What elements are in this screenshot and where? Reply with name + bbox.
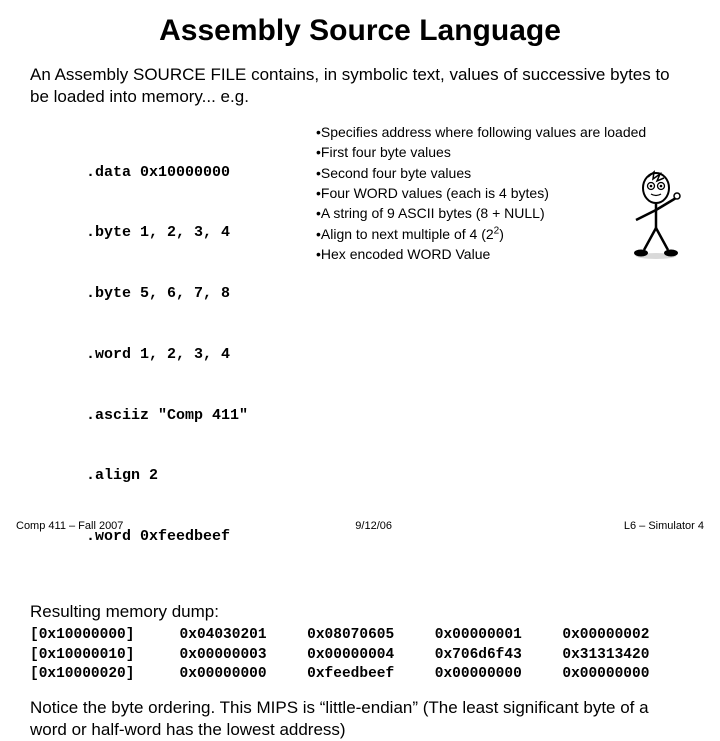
code-and-notes: .data 0x10000000 .byte 1, 2, 3, 4 .byte … [86,122,690,588]
result-heading: Resulting memory dump: [30,602,690,622]
code-line: .data 0x10000000 [86,163,316,183]
dump-cell: 0x04030201 [180,626,308,646]
dump-cell: 0x00000003 [180,646,308,666]
note-line: •First four byte values [316,142,646,162]
code-line: .asciiz "Comp 411" [86,406,316,426]
dump-cell: 0xfeedbeef [307,665,435,685]
note-line: •A string of 9 ASCII bytes (8 + NULL) [316,203,646,223]
source-code: .data 0x10000000 .byte 1, 2, 3, 4 .byte … [86,122,316,588]
mascot-icon [626,170,686,260]
code-line: .align 2 [86,466,316,486]
closing-text: Notice the byte ordering. This MIPS is “… [30,697,690,741]
dump-cell: 0x00000000 [180,665,308,685]
intro-text: An Assembly SOURCE FILE contains, in sym… [30,64,690,108]
note-line: •Four WORD values (each is 4 bytes) [316,183,646,203]
footer-center: 9/12/06 [355,520,392,532]
dump-cell: 0x00000002 [562,626,690,646]
dump-cell: 0x706d6f43 [435,646,563,666]
dump-addr: [0x10000010] [30,646,180,666]
memory-dump: [0x10000000] 0x04030201 0x08070605 0x000… [30,626,690,685]
dump-cell: 0x31313420 [562,646,690,666]
note-line: •Hex encoded WORD Value [316,244,646,264]
dump-cell: 0x00000001 [435,626,563,646]
code-line: .byte 5, 6, 7, 8 [86,284,316,304]
dump-row: [0x10000010] 0x00000003 0x00000004 0x706… [30,646,690,666]
dump-cell: 0x00000004 [307,646,435,666]
footer-left: Comp 411 – Fall 2007 [16,520,123,532]
dump-addr: [0x10000000] [30,626,180,646]
footer-right: L6 – Simulator 4 [624,520,704,532]
code-line: .byte 1, 2, 3, 4 [86,223,316,243]
note-line: •Specifies address where following value… [316,122,646,142]
dump-row: [0x10000020] 0x00000000 0xfeedbeef 0x000… [30,665,690,685]
dump-cell: 0x00000000 [562,665,690,685]
dump-cell: 0x00000000 [435,665,563,685]
dump-row: [0x10000000] 0x04030201 0x08070605 0x000… [30,626,690,646]
dump-cell: 0x08070605 [307,626,435,646]
page-title: Assembly Source Language [30,14,690,48]
dump-addr: [0x10000020] [30,665,180,685]
code-line: .word 1, 2, 3, 4 [86,345,316,365]
note-line: •Align to next multiple of 4 (22) [316,224,646,244]
annotations: •Specifies address where following value… [316,122,646,588]
slide-footer: Comp 411 – Fall 2007 9/12/06 L6 – Simula… [0,520,720,532]
note-line: •Second four byte values [316,163,646,183]
